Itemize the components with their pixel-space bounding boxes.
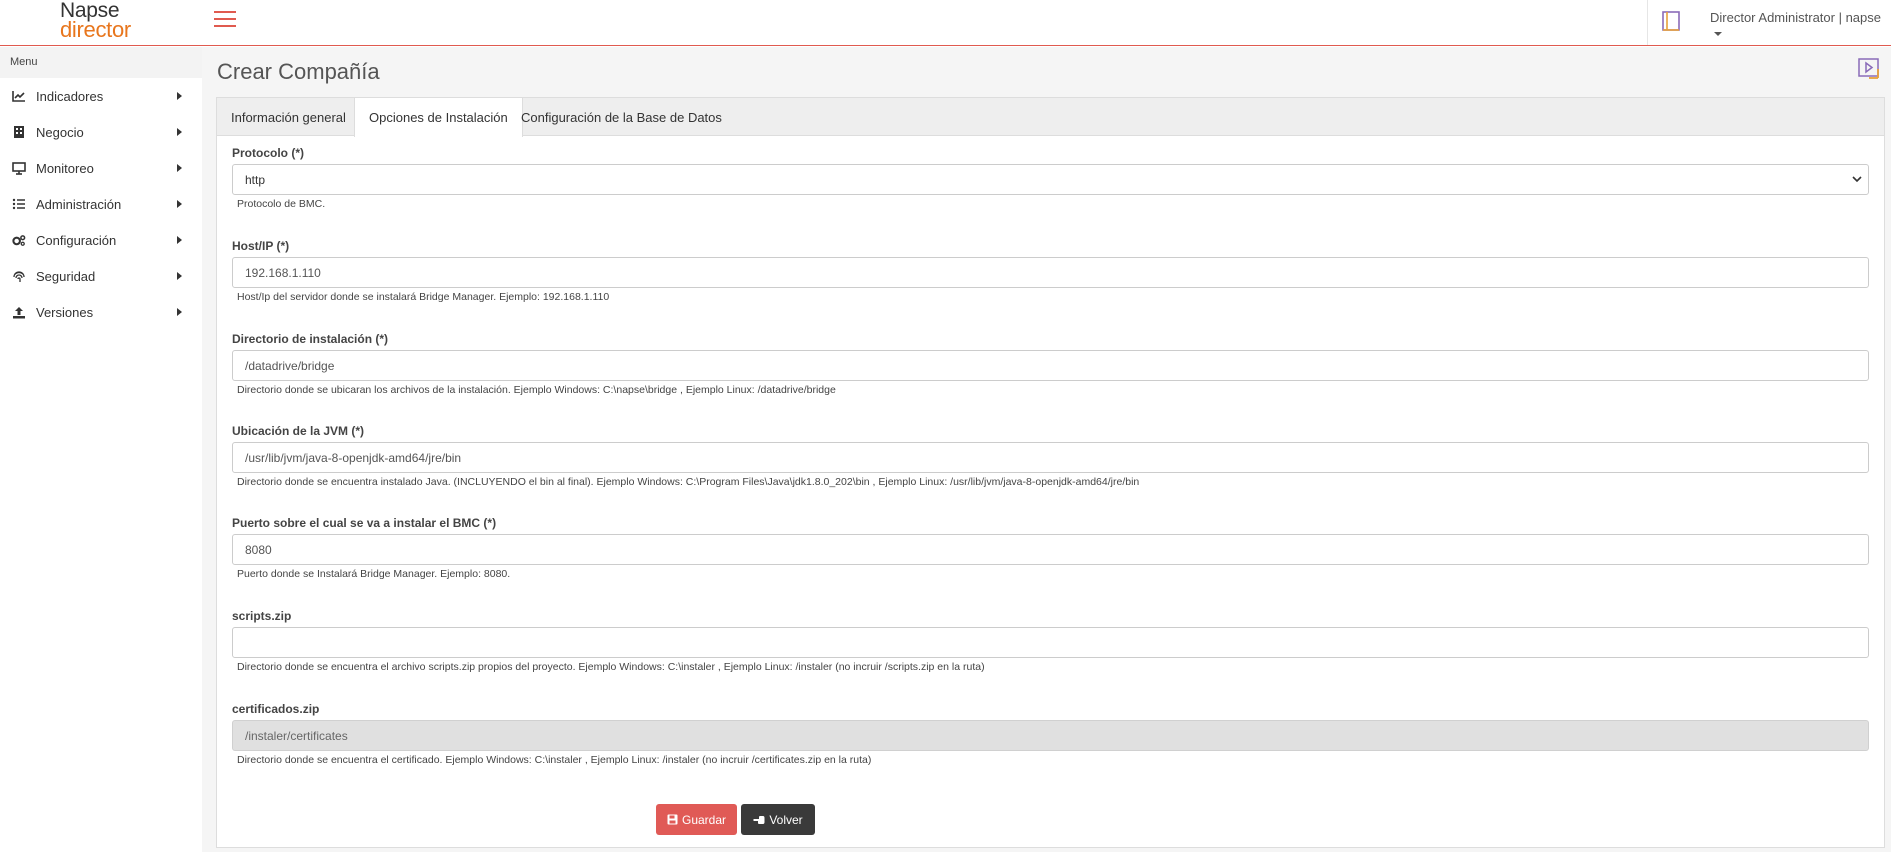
scripts-label: scripts.zip bbox=[232, 609, 292, 623]
form-panel: Información general Opciones de Instalac… bbox=[216, 97, 1885, 848]
port-input[interactable] bbox=[232, 534, 1869, 565]
port-label: Puerto sobre el cual se va a instalar el… bbox=[232, 516, 497, 530]
sidebar-item-seguridad[interactable]: Seguridad bbox=[0, 258, 202, 294]
sidebar-item-label: Indicadores bbox=[36, 88, 104, 104]
tab-bar: Información general Opciones de Instalac… bbox=[217, 98, 1884, 137]
caret-right-icon bbox=[177, 272, 182, 280]
caret-right-icon bbox=[177, 92, 182, 100]
hamburger-menu-icon[interactable] bbox=[214, 11, 236, 31]
host-input[interactable] bbox=[232, 257, 1869, 288]
protocol-label: Protocolo (*) bbox=[232, 146, 304, 160]
video-tutorial-icon[interactable] bbox=[1858, 57, 1880, 79]
topbar-divider bbox=[1647, 0, 1648, 45]
sidebar-item-label: Configuración bbox=[36, 232, 117, 248]
scripts-help: Directorio donde se encuentra el archivo… bbox=[237, 661, 985, 673]
jvm-label: Ubicación de la JVM (*) bbox=[232, 424, 365, 438]
chart-line-icon bbox=[12, 89, 26, 103]
upload-icon bbox=[12, 305, 26, 319]
jvm-help: Directorio donde se encuentra instalado … bbox=[237, 476, 1140, 488]
sidebar-item-label: Versiones bbox=[36, 304, 94, 320]
tab-opciones-instalacion[interactable]: Opciones de Instalación bbox=[354, 98, 523, 137]
sidebar-item-monitoreo[interactable]: Monitoreo bbox=[0, 150, 202, 186]
protocol-select[interactable]: http bbox=[232, 164, 1869, 195]
install-dir-label: Directorio de instalación (*) bbox=[232, 332, 389, 346]
tab-informacion-general[interactable]: Información general bbox=[217, 98, 360, 137]
hand-point-left-icon bbox=[753, 815, 765, 825]
sidebar: Menu Indicadores Negocio Monitoreo Admin… bbox=[0, 47, 202, 852]
host-label: Host/IP (*) bbox=[232, 239, 290, 253]
save-button[interactable]: Guardar bbox=[656, 804, 737, 835]
napse-director-logo[interactable]: Napse director bbox=[60, 0, 160, 43]
fingerprint-icon bbox=[12, 269, 26, 283]
monitor-icon bbox=[12, 161, 26, 175]
user-menu[interactable]: Director Administrator | napse bbox=[1710, 10, 1891, 40]
install-dir-input[interactable] bbox=[232, 350, 1869, 381]
book-icon[interactable] bbox=[1660, 10, 1682, 33]
tab-configuracion-base-datos[interactable]: Configuración de la Base de Datos bbox=[507, 98, 736, 137]
save-label: Guardar bbox=[681, 812, 727, 827]
list-icon bbox=[12, 197, 26, 211]
sidebar-item-versiones[interactable]: Versiones bbox=[0, 294, 202, 330]
scripts-input[interactable] bbox=[232, 627, 1869, 658]
certificates-input bbox=[232, 720, 1869, 751]
jvm-input[interactable] bbox=[232, 442, 1869, 473]
sidebar-item-administracion[interactable]: Administración bbox=[0, 186, 202, 222]
sidebar-item-label: Negocio bbox=[36, 124, 84, 140]
chevron-down-icon bbox=[1852, 176, 1862, 183]
protocol-value: http bbox=[245, 172, 266, 187]
top-bar: Napse director Director Administrator | … bbox=[0, 0, 1891, 46]
sidebar-item-label: Seguridad bbox=[36, 268, 96, 284]
port-help: Puerto donde se Instalará Bridge Manager… bbox=[237, 568, 511, 580]
sidebar-item-configuracion[interactable]: Configuración bbox=[0, 222, 202, 258]
sidebar-item-label: Administración bbox=[36, 196, 122, 212]
back-label: Volver bbox=[769, 812, 803, 827]
back-button[interactable]: Volver bbox=[741, 804, 815, 835]
logo-line2: director bbox=[60, 17, 131, 42]
sidebar-item-indicadores[interactable]: Indicadores bbox=[0, 78, 202, 114]
sidebar-title: Menu bbox=[0, 47, 202, 78]
page-title: Crear Compañía bbox=[217, 59, 380, 84]
protocol-help: Protocolo de BMC. bbox=[237, 198, 326, 210]
host-help: Host/Ip del servidor donde se instalará … bbox=[237, 291, 610, 303]
caret-right-icon bbox=[177, 128, 182, 136]
floppy-disk-icon bbox=[667, 814, 678, 825]
building-icon bbox=[12, 125, 26, 139]
caret-right-icon bbox=[177, 308, 182, 316]
caret-right-icon bbox=[177, 200, 182, 208]
certificates-label: certificados.zip bbox=[232, 702, 320, 716]
cogs-icon bbox=[12, 233, 26, 247]
caret-right-icon bbox=[177, 236, 182, 244]
sidebar-item-negocio[interactable]: Negocio bbox=[0, 114, 202, 150]
certificates-help: Directorio donde se encuentra el certifi… bbox=[237, 754, 872, 766]
caret-right-icon bbox=[177, 164, 182, 172]
user-name: Director Administrator | napse bbox=[1710, 10, 1881, 25]
caret-down-icon bbox=[1714, 31, 1722, 36]
install-dir-help: Directorio donde se ubicaran los archivo… bbox=[237, 384, 836, 396]
sidebar-item-label: Monitoreo bbox=[36, 160, 94, 176]
main-content: Crear Compañía Información general Opcio… bbox=[202, 47, 1891, 852]
